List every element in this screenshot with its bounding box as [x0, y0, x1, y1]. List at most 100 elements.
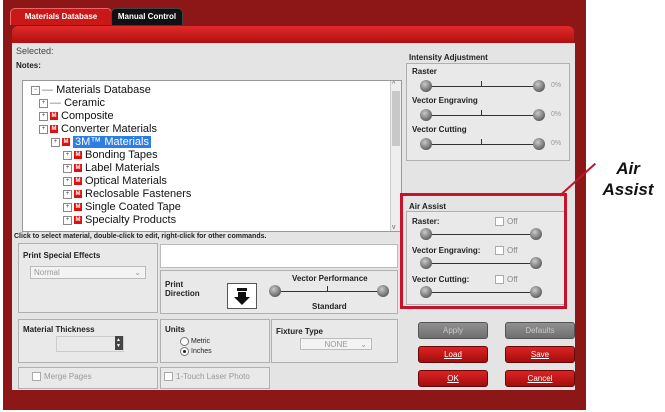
slider-end-knob[interactable]	[533, 138, 545, 150]
tree-item-label: Bonding Tapes	[85, 149, 158, 161]
expand-icon[interactable]: +	[51, 137, 60, 147]
fixture-type-value: NONE	[324, 340, 348, 349]
units-metric-option[interactable]: Metric	[180, 337, 210, 346]
print-effects-value: Normal	[34, 268, 60, 277]
tree-item[interactable]: + M Specialty Products	[63, 214, 176, 227]
material-icon: M	[74, 190, 82, 199]
chevron-down-icon: ⌄	[134, 268, 141, 277]
fixture-type-dropdown[interactable]: NONE ⌄	[300, 338, 372, 350]
tree-item[interactable]: + M Label Materials	[63, 162, 160, 175]
expand-icon[interactable]: +	[39, 98, 48, 108]
vector-performance-title: Vector Performance	[292, 274, 368, 283]
expand-icon[interactable]: +	[63, 176, 72, 186]
expand-icon[interactable]: +	[39, 124, 48, 134]
tab-materials-database[interactable]: Materials Database	[10, 8, 112, 25]
tree-item[interactable]: + — Ceramic	[39, 97, 105, 110]
materials-tree[interactable]: − — Materials Database + — Ceramic + M Composi…	[22, 80, 402, 232]
apply-button[interactable]: Apply	[418, 322, 488, 339]
defaults-button[interactable]: Defaults	[505, 322, 575, 339]
units-title: Units	[165, 325, 185, 334]
slider-knob[interactable]	[420, 109, 432, 121]
notes-text-area[interactable]	[160, 244, 398, 268]
one-touch-checkbox[interactable]: 1-Touch Laser Photo	[164, 372, 250, 382]
expand-icon[interactable]: +	[39, 111, 48, 121]
thickness-stepper[interactable]: ▲ ▼	[115, 336, 123, 350]
tree-item-label: 3M™ Materials	[73, 136, 151, 148]
tree-item[interactable]: + M Composite	[39, 110, 114, 123]
print-direction-button[interactable]	[227, 283, 257, 309]
tree-item-label: Single Coated Tape	[85, 201, 181, 213]
save-button[interactable]: Save	[505, 346, 575, 363]
material-icon: M	[74, 164, 82, 173]
slider-end-knob[interactable]	[533, 109, 545, 121]
print-effects-dropdown[interactable]: Normal ⌄	[30, 266, 146, 279]
material-icon: M	[74, 216, 82, 225]
material-thickness-input[interactable]	[56, 336, 124, 352]
material-icon: M	[50, 125, 58, 134]
vector-performance-slider[interactable]	[269, 285, 389, 297]
load-button[interactable]: Load	[418, 346, 488, 363]
expand-icon[interactable]: +	[63, 202, 72, 212]
air-assist-callout-label: Air Assist	[602, 159, 654, 199]
slider-knob[interactable]	[269, 285, 281, 297]
tree-item-label: Composite	[61, 110, 114, 122]
intensity-value: 0%	[551, 111, 562, 118]
tree-item[interactable]: + M Converter Materials	[39, 123, 157, 136]
title-bar	[12, 26, 574, 43]
material-icon: M	[50, 112, 58, 121]
expand-icon[interactable]: −	[31, 85, 40, 95]
intensity-slider[interactable]	[420, 80, 545, 92]
intensity-value: 0%	[551, 82, 562, 89]
checkbox-icon[interactable]	[164, 372, 173, 382]
ok-button[interactable]: OK	[418, 370, 488, 387]
tab-manual-control[interactable]: Manual Control	[111, 8, 183, 25]
expand-icon[interactable]: +	[63, 189, 72, 199]
print-effects-title: Print Special Effects	[23, 251, 101, 260]
tree-item-label: Optical Materials	[85, 175, 167, 187]
tree-connector: —	[50, 97, 65, 109]
checkbox-icon[interactable]	[32, 372, 41, 382]
tree-item-label: Materials Database	[56, 84, 151, 96]
material-icon: M	[74, 151, 82, 160]
selected-label: Selected:	[16, 46, 54, 56]
fixture-type-title: Fixture Type	[276, 327, 323, 336]
material-thickness-title: Material Thickness	[23, 325, 95, 334]
cancel-button[interactable]: Cancel	[505, 370, 575, 387]
material-icon: M	[74, 203, 82, 212]
tree-item[interactable]: + M Single Coated Tape	[63, 201, 181, 214]
expand-icon[interactable]: +	[63, 215, 72, 225]
slider-center-tick	[481, 139, 482, 144]
tree-item[interactable]: + M Reclosable Fasteners	[63, 188, 191, 201]
tree-item[interactable]: − — Materials Database	[31, 84, 151, 97]
slider-knob[interactable]	[420, 138, 432, 150]
print-direction-label: Print Direction	[165, 280, 200, 298]
intensity-value: 0%	[551, 140, 562, 147]
tree-item[interactable]: + M Optical Materials	[63, 175, 167, 188]
intensity-slider[interactable]	[420, 109, 545, 121]
material-icon: M	[62, 138, 70, 147]
scrollbar-thumb[interactable]	[392, 91, 400, 146]
slider-knob[interactable]	[420, 80, 432, 92]
radio-metric[interactable]	[180, 337, 189, 346]
intensity-title: Intensity Adjustment	[409, 53, 488, 62]
slider-end-knob[interactable]	[533, 80, 545, 92]
expand-icon[interactable]: +	[63, 150, 72, 160]
material-icon: M	[74, 177, 82, 186]
expand-icon[interactable]: +	[63, 163, 72, 173]
intensity-slider[interactable]	[420, 138, 545, 150]
tree-item-label: Reclosable Fasteners	[85, 188, 192, 200]
merge-pages-checkbox[interactable]: Merge Pages	[32, 372, 92, 382]
slider-end-knob[interactable]	[377, 285, 389, 297]
slider-center-tick	[481, 110, 482, 115]
units-inches-option[interactable]: Inches	[180, 347, 212, 356]
tree-item[interactable]: + M 3M™ Materials	[51, 136, 151, 149]
arrow-down-icon	[234, 288, 250, 305]
radio-inches[interactable]	[180, 347, 189, 356]
tree-item-label: Label Materials	[85, 162, 160, 174]
tree-item-label: Ceramic	[64, 97, 106, 109]
vector-performance-value: Standard	[312, 302, 347, 311]
tree-item[interactable]: + M Bonding Tapes	[63, 149, 158, 162]
slider-center-tick	[481, 81, 482, 86]
chevron-down-icon: ⌄	[360, 340, 367, 349]
air-assist-callout-box	[400, 193, 567, 309]
